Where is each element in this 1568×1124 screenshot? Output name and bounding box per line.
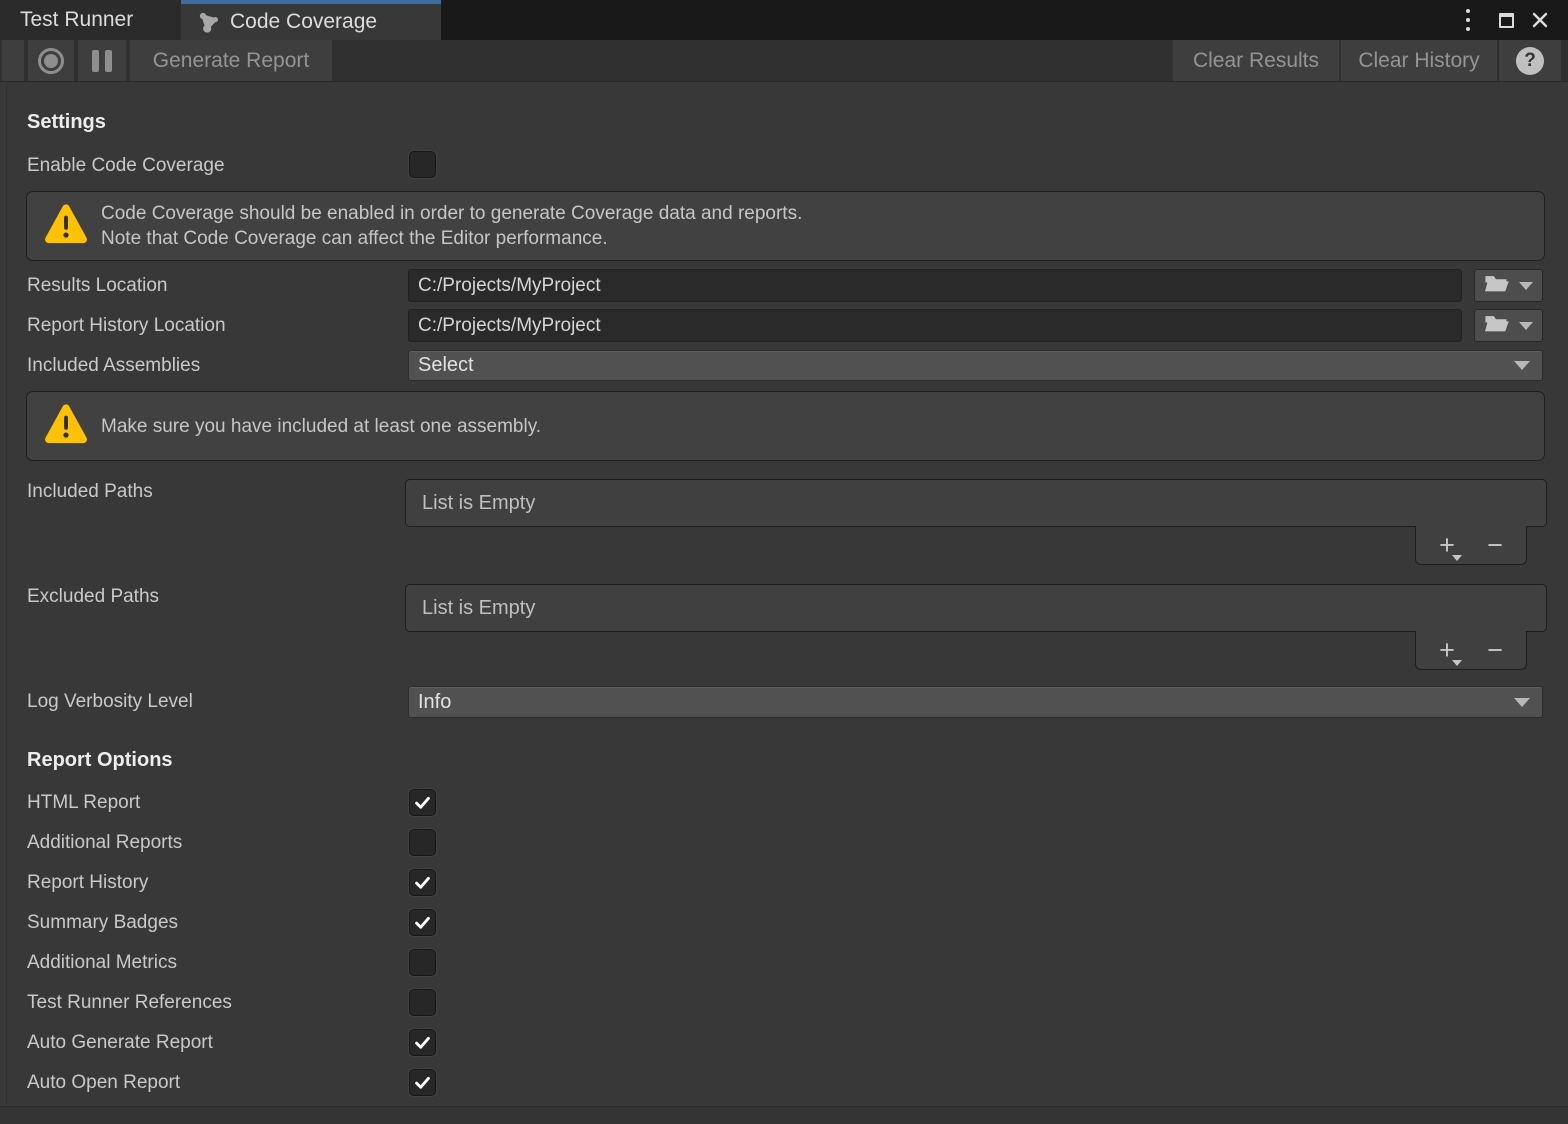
tab-code-coverage[interactable]: Code Coverage (181, 0, 441, 40)
included-assemblies-label: Included Assemblies (27, 350, 200, 381)
clear-results-label: Clear Results (1193, 49, 1319, 73)
help-icon: ? (1516, 47, 1544, 75)
chevron-down-icon (1514, 361, 1530, 370)
generate-report-label: Generate Report (153, 49, 309, 73)
warning-icon (43, 403, 89, 450)
log-verbosity-label: Log Verbosity Level (27, 686, 193, 718)
add-included-path-button[interactable]: + (1434, 532, 1460, 559)
toolbar: Generate Report Clear Results Clear Hist… (0, 40, 1568, 82)
included-paths-list-footer: + − (1415, 526, 1527, 565)
chevron-down-icon (1452, 660, 1462, 666)
code-coverage-icon (197, 10, 221, 34)
close-icon[interactable] (1524, 0, 1556, 40)
chevron-down-icon (1514, 698, 1530, 707)
excluded-paths-list: List is Empty (405, 584, 1547, 632)
toolbar-spacer-button (2, 40, 24, 81)
option-row-report-history: Report History (0, 869, 1568, 909)
option-row-test-runner-references: Test Runner References (0, 989, 1568, 1029)
tab-code-coverage-label: Code Coverage (230, 10, 377, 34)
option-row-additional-metrics: Additional Metrics (0, 949, 1568, 989)
auto-open-report-checkbox[interactable] (409, 1069, 436, 1096)
excluded-paths-label: Excluded Paths (27, 583, 159, 610)
excluded-paths-list-footer: + − (1415, 631, 1527, 670)
report-options-header: Report Options (27, 749, 173, 772)
included-paths-list: List is Empty (405, 479, 1547, 527)
option-label: Auto Generate Report (27, 1029, 213, 1056)
report-history-location-input[interactable] (408, 309, 1462, 342)
pause-button[interactable] (78, 40, 126, 81)
warning-icon (43, 203, 89, 250)
auto-generate-report-checkbox[interactable] (409, 1029, 436, 1056)
report-history-location-folder-button[interactable] (1474, 309, 1543, 342)
included-paths-label: Included Paths (27, 478, 153, 505)
more-menu-icon[interactable] (1452, 0, 1484, 40)
chevron-down-icon (1452, 555, 1462, 561)
log-verbosity-dropdown[interactable]: Info (408, 686, 1543, 718)
remove-included-path-button[interactable]: − (1482, 532, 1508, 559)
option-label: Additional Reports (27, 829, 182, 856)
chevron-down-icon (1519, 282, 1533, 290)
option-row-auto-open-report: Auto Open Report (0, 1069, 1568, 1109)
report-options-list: HTML Report Additional Reports Report Hi… (0, 789, 1568, 1109)
results-location-label: Results Location (27, 269, 167, 302)
maximize-icon[interactable] (1490, 0, 1522, 40)
option-label: Test Runner References (27, 989, 232, 1016)
option-label: Summary Badges (27, 909, 178, 936)
included-assemblies-value: Select (409, 354, 1514, 377)
tab-bar: Test Runner Code Coverage (0, 0, 1568, 40)
test-runner-references-checkbox[interactable] (409, 989, 436, 1016)
option-label: Additional Metrics (27, 949, 177, 976)
option-label: HTML Report (27, 789, 140, 816)
clear-history-button[interactable]: Clear History (1341, 40, 1497, 81)
assemblies-warning-text: Make sure you have included at least one… (101, 414, 541, 439)
enable-warning-box: Code Coverage should be enabled in order… (26, 191, 1545, 261)
folder-icon (1484, 313, 1510, 339)
option-row-summary-badges: Summary Badges (0, 909, 1568, 949)
chevron-down-icon (1519, 322, 1533, 330)
additional-metrics-checkbox[interactable] (409, 949, 436, 976)
additional-reports-checkbox[interactable] (409, 829, 436, 856)
tab-test-runner[interactable]: Test Runner (0, 0, 181, 40)
tab-test-runner-label: Test Runner (20, 8, 133, 32)
results-location-folder-button[interactable] (1474, 269, 1543, 302)
summary-badges-checkbox[interactable] (409, 909, 436, 936)
clear-results-button[interactable]: Clear Results (1173, 40, 1339, 81)
enable-code-coverage-checkbox[interactable] (409, 151, 436, 178)
results-location-input[interactable] (408, 269, 1462, 302)
code-coverage-window: Test Runner Code Coverage (0, 0, 1568, 1124)
option-row-html-report: HTML Report (0, 789, 1568, 829)
folder-icon (1484, 273, 1510, 299)
html-report-checkbox[interactable] (409, 789, 436, 816)
enable-code-coverage-label: Enable Code Coverage (27, 152, 225, 179)
record-icon (38, 48, 64, 74)
assemblies-warning-box: Make sure you have included at least one… (26, 391, 1545, 461)
included-assemblies-dropdown[interactable]: Select (408, 350, 1543, 381)
included-paths-empty-text: List is Empty (406, 492, 535, 515)
settings-header: Settings (27, 111, 106, 134)
report-history-checkbox[interactable] (409, 869, 436, 896)
enable-warning-text: Code Coverage should be enabled in order… (101, 201, 802, 251)
report-history-location-label: Report History Location (27, 309, 226, 342)
generate-report-button[interactable]: Generate Report (130, 40, 332, 81)
pause-icon (92, 50, 112, 72)
option-label: Auto Open Report (27, 1069, 180, 1096)
remove-excluded-path-button[interactable]: − (1482, 637, 1508, 664)
window-bottom-strip (0, 1106, 1568, 1124)
log-verbosity-value: Info (409, 691, 1514, 714)
option-row-auto-generate-report: Auto Generate Report (0, 1029, 1568, 1069)
option-label: Report History (27, 869, 148, 896)
clear-history-label: Clear History (1358, 49, 1479, 73)
help-button[interactable]: ? (1499, 40, 1561, 81)
excluded-paths-empty-text: List is Empty (406, 597, 535, 620)
record-button[interactable] (28, 40, 74, 81)
option-row-additional-reports: Additional Reports (0, 829, 1568, 869)
add-excluded-path-button[interactable]: + (1434, 637, 1460, 664)
